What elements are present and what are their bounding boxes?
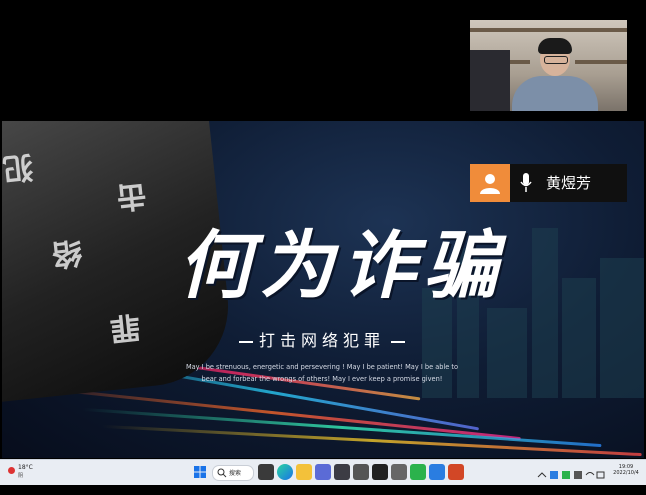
- participant-name: 黄煜芳: [546, 174, 592, 192]
- motto-line: bear and forbear the wrongs of others! M…: [201, 375, 443, 383]
- search-label: 搜索: [229, 470, 242, 477]
- chevron-up-icon: [537, 472, 547, 478]
- app-icon[interactable]: [334, 464, 350, 480]
- user-avatar: [470, 164, 510, 202]
- tray-app-icon: [562, 471, 570, 479]
- slide-subtitle: 打击网络犯罪: [202, 327, 442, 351]
- participant-video[interactable]: [470, 20, 627, 111]
- wechat-icon[interactable]: [410, 464, 426, 480]
- city-building: [600, 258, 644, 398]
- slide-subtitle-text: 打击网络犯罪: [258, 331, 385, 350]
- city-building: [487, 308, 527, 398]
- tray-app-icon: [550, 471, 558, 479]
- clock-date: 2022/10/4: [613, 470, 639, 476]
- edge-icon[interactable]: [277, 464, 293, 480]
- app-icon[interactable]: [353, 464, 369, 480]
- meeting-icon[interactable]: [429, 464, 445, 480]
- city-building: [562, 278, 596, 398]
- slide-motto: May I be strenuous, energetic and persev…: [172, 361, 472, 385]
- weather-desc: 阴: [18, 473, 24, 479]
- tray-app-icon: [574, 471, 582, 479]
- task-view-icon[interactable]: [258, 464, 274, 480]
- jacket: [470, 50, 510, 111]
- taskbar: 18°C 阴 搜索 19:09 2022/10/4: [0, 459, 646, 485]
- participant-bar[interactable]: 黄煜芳: [470, 164, 627, 202]
- file-explorer-icon[interactable]: [296, 464, 312, 480]
- wifi-icon: [585, 472, 595, 476]
- store-icon[interactable]: [315, 464, 331, 480]
- person-icon: [480, 174, 500, 194]
- powerpoint-icon[interactable]: [448, 464, 464, 480]
- speaker-icon: [596, 471, 605, 479]
- windows-icon: [194, 466, 206, 478]
- app-icon[interactable]: [372, 464, 388, 480]
- system-tray[interactable]: [536, 466, 606, 479]
- weather-icon: [8, 467, 15, 474]
- person-body: [512, 76, 598, 111]
- screen: 犯 络 罪 击 何为诈骗 打击网络犯罪 May I be strenuous, …: [0, 0, 646, 495]
- weather-temp: 18°C: [18, 464, 33, 471]
- microphone-icon[interactable]: [520, 173, 532, 193]
- motto-line: May I be strenuous, energetic and persev…: [185, 363, 459, 371]
- start-button[interactable]: [192, 464, 208, 480]
- search-icon: [217, 468, 227, 478]
- taskbar-clock[interactable]: 19:09 2022/10/4: [608, 464, 644, 476]
- app-icon[interactable]: [391, 464, 407, 480]
- taskbar-search[interactable]: 搜索: [212, 465, 254, 481]
- slide-title: 何为诈骗: [178, 223, 506, 309]
- weather-widget[interactable]: 18°C 阴: [6, 464, 42, 482]
